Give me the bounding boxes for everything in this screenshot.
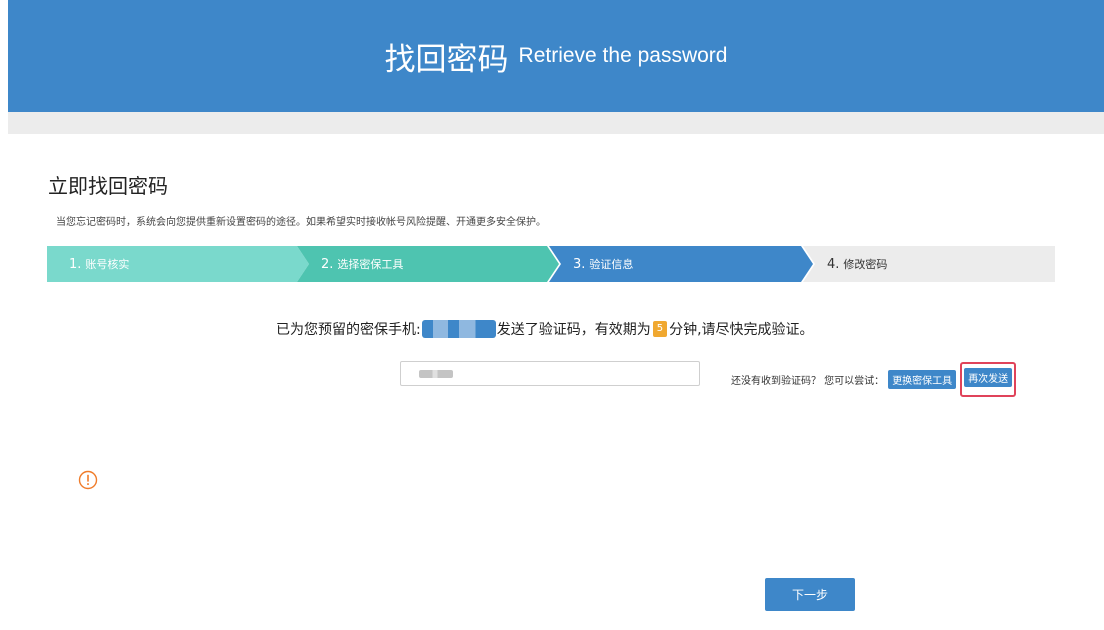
- step-label: 修改密码: [843, 258, 888, 271]
- validity-minutes-badge: 5: [652, 321, 668, 337]
- step-label: 验证信息: [589, 258, 634, 271]
- resend-hint: 还没有收到验证码？ 您可以尝试： 更换密保工具 再次发送: [731, 362, 1017, 397]
- msg-prefix: 已为您预留的密保手机:: [276, 322, 421, 338]
- verification-code-input[interactable]: [400, 361, 700, 386]
- page-intro: 当您忘记密码时，系统会向您提供重新设置密码的途径。如果希望实时接收帐号风险提醒、…: [56, 217, 546, 228]
- page-title: 立即找回密码: [48, 174, 168, 198]
- change-security-tool-button[interactable]: 更换密保工具: [888, 370, 957, 389]
- page-header: 找回密码 Retrieve the password: [8, 0, 1104, 112]
- header-title-en: Retrieve the password: [518, 44, 728, 67]
- step-number: 3.: [573, 256, 586, 272]
- step-number: 1.: [69, 256, 82, 272]
- msg-middle: 发送了验证码，有效期为: [496, 322, 651, 338]
- step-label: 选择密保工具: [337, 258, 404, 271]
- resend-code-button[interactable]: 再次发送: [964, 368, 1013, 387]
- step-1-account-verify: 1. 账号核实: [47, 246, 309, 282]
- next-step-button[interactable]: 下一步: [765, 578, 855, 611]
- masked-phone-number: [421, 320, 496, 338]
- blurred-code-value: [419, 369, 453, 378]
- header-title-zh: 找回密码: [384, 41, 509, 78]
- step-progress-bar: 1. 账号核实 2. 选择密保工具 3. 验证信息 4. 修改密码: [47, 246, 1055, 282]
- step-2-select-tool: 2. 选择密保工具: [297, 246, 559, 282]
- warning-circle-icon: [78, 470, 98, 490]
- header-divider-band: [8, 112, 1104, 134]
- resend-highlight-box: 再次发送: [960, 362, 1017, 397]
- code-sent-message: 已为您预留的密保手机: 发送了验证码，有效期为 5 分钟,请尽快完成验证。: [276, 319, 814, 339]
- not-received-text: 还没有收到验证码？ 您可以尝试：: [731, 376, 885, 387]
- step-label: 账号核实: [85, 258, 130, 271]
- step-number: 2.: [321, 256, 334, 272]
- msg-suffix: 分钟,请尽快完成验证。: [669, 322, 814, 338]
- step-3-verify-info: 3. 验证信息: [549, 246, 813, 282]
- step-4-change-password: 4. 修改密码: [803, 246, 1055, 282]
- step-number: 4.: [827, 256, 840, 272]
